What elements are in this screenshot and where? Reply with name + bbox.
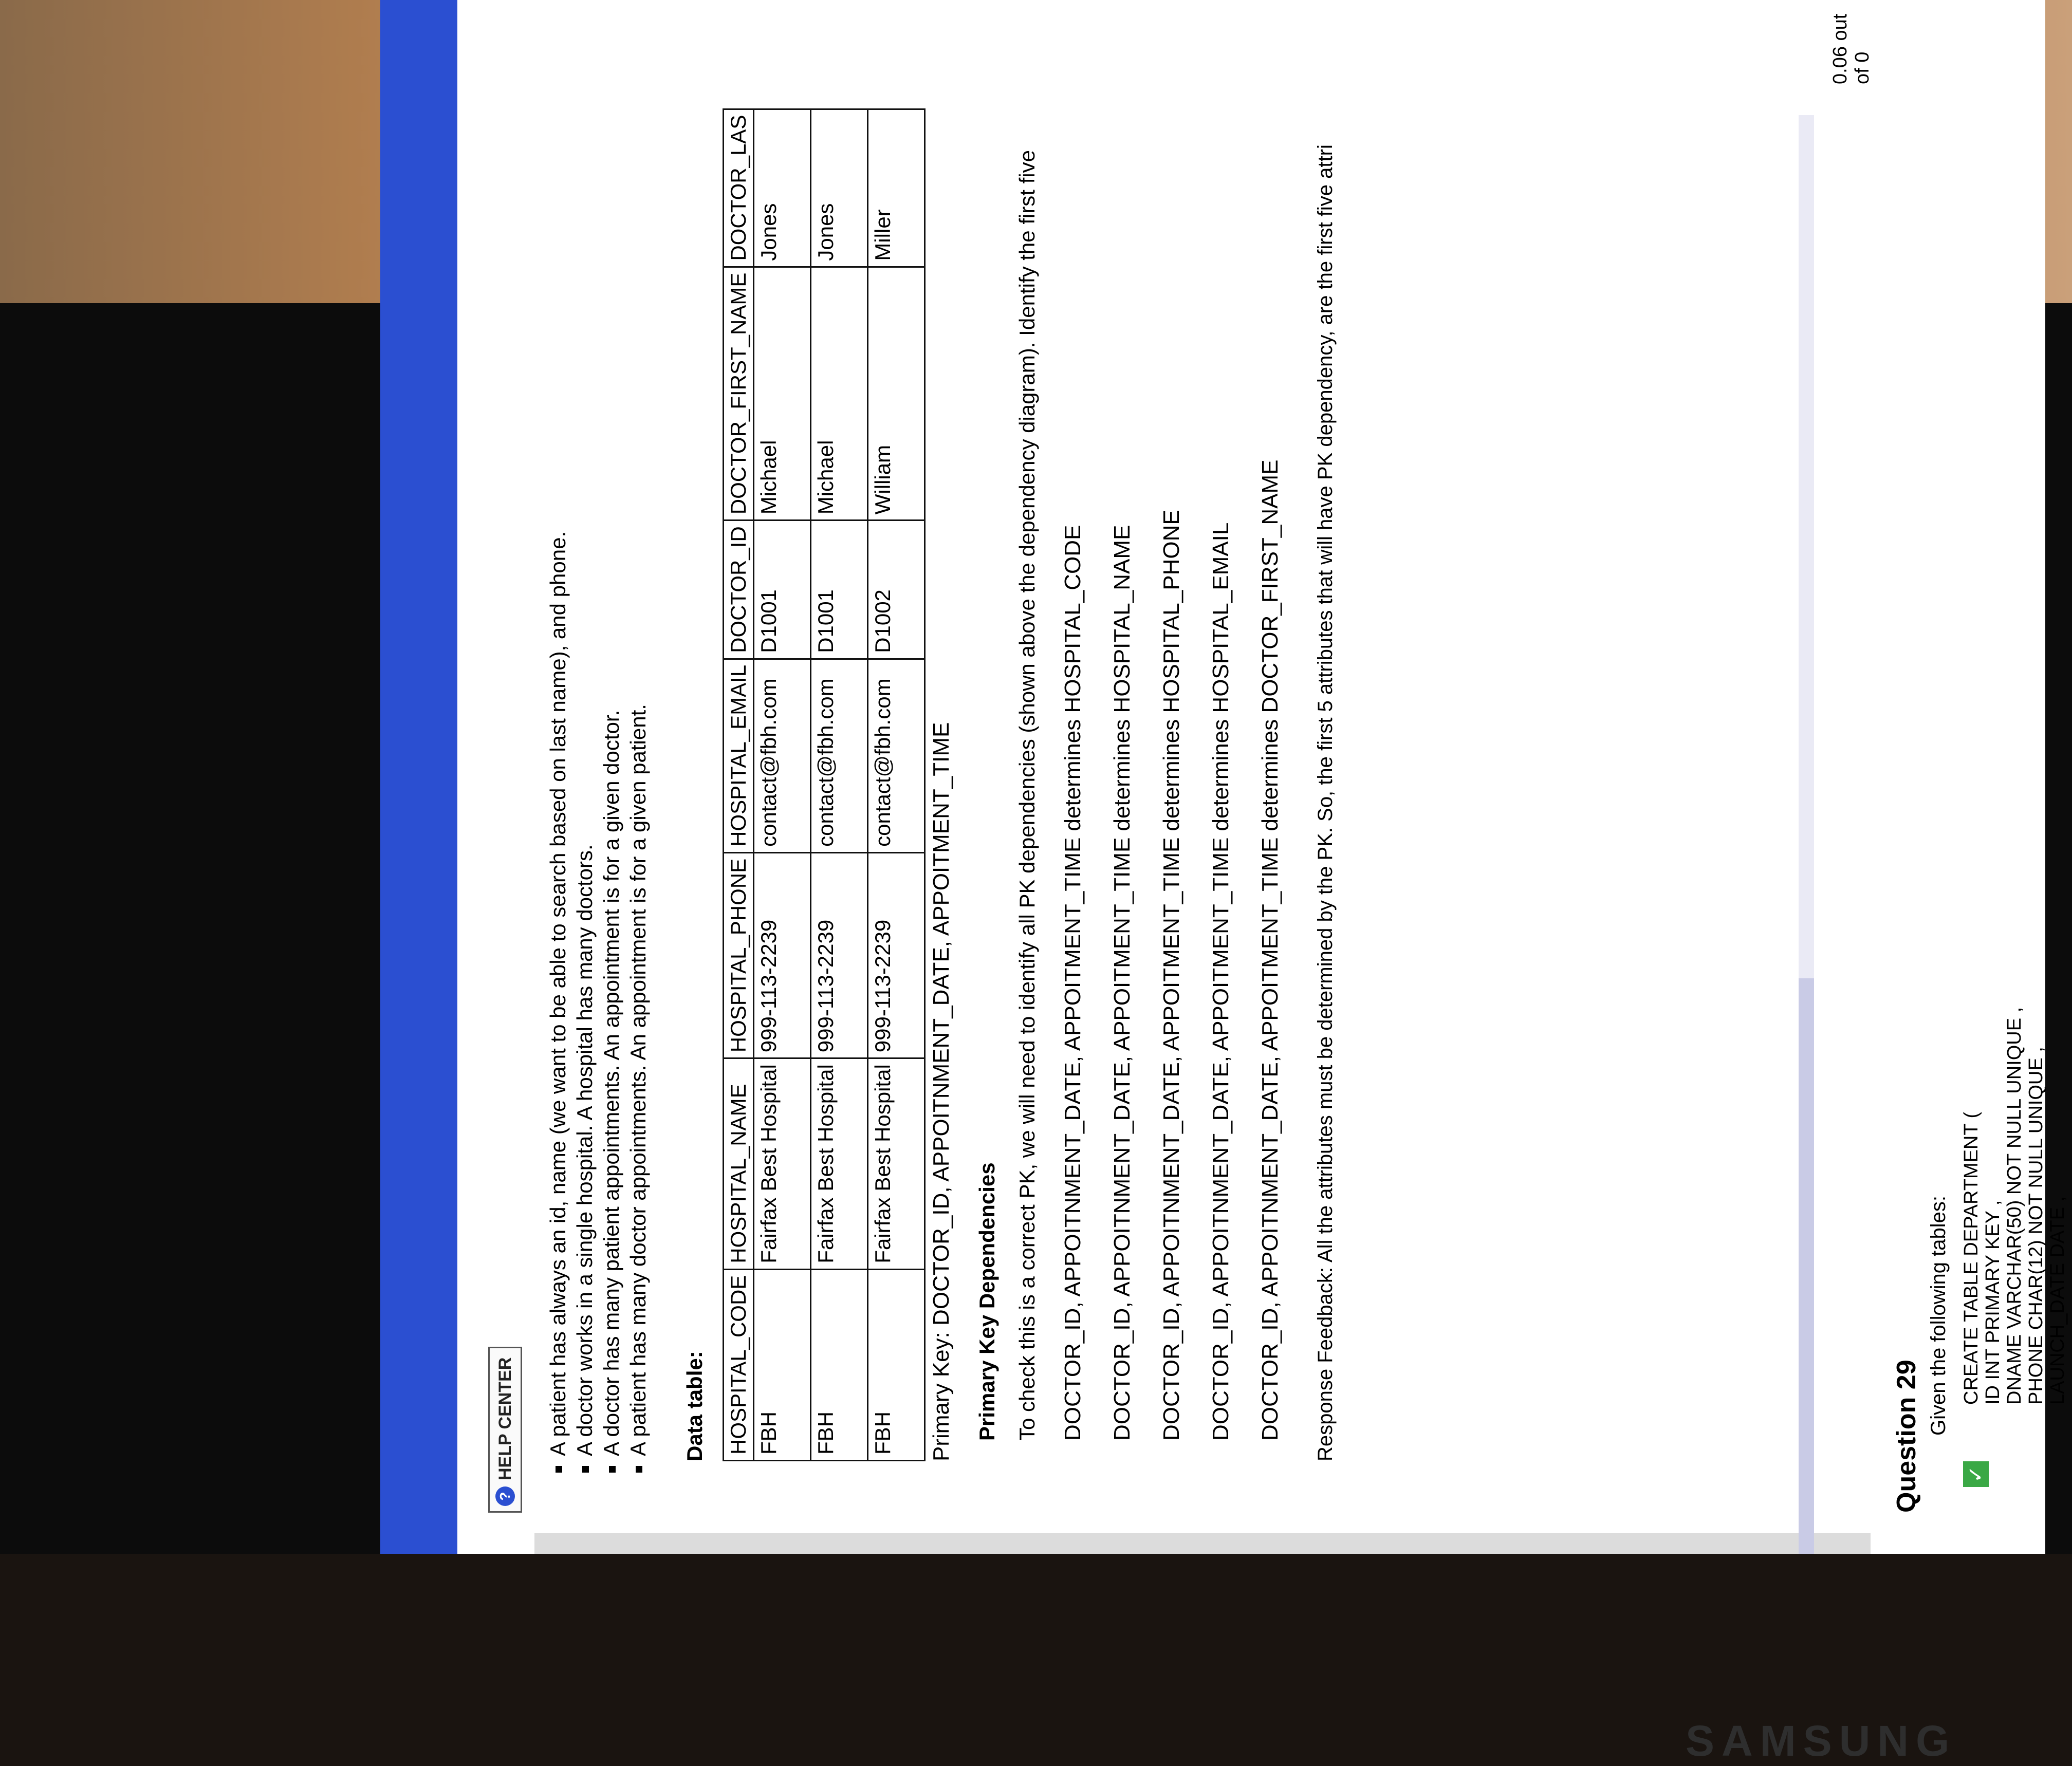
table-cell: contact@fbh.com [753,659,811,853]
table-row: FBH Fairfax Best Hospital 999-113-2239 c… [867,109,925,1461]
primary-key-line: Primary Key: DOCTOR_ID, APPOITNMENT_DATE… [929,722,954,1461]
dependency-item: DOCTOR_ID, APPOITNMENT_DATE, APPOITMENT_… [1257,459,1283,1441]
data-table-label: Data table: [682,1351,707,1461]
header-bar [380,0,457,1554]
dependency-item: DOCTOR_ID, APPOITNMENT_DATE, APPOITMENT_… [1159,510,1184,1441]
screen-page: ? HELP CENTER A patient has always an id… [380,0,2068,1554]
table-cell: 999-113-2239 [867,852,925,1058]
horizontal-scrollbar[interactable] [1799,115,1814,1554]
column-header: DOCTOR_ID [723,520,754,659]
scrollbar-thumb[interactable] [1799,978,1814,1554]
response-feedback: Response Feedback: All the attributes mu… [1314,144,1337,1461]
table-cell: Miller [867,109,925,267]
table-cell: Fairfax Best Hospital [810,1058,868,1270]
table-header-row: HOSPITAL_CODE HOSPITAL_NAME HOSPITAL_PHO… [723,109,754,1461]
dependency-item: DOCTOR_ID, APPOITNMENT_DATE, APPOITMENT_… [1109,525,1135,1441]
table-cell: D1001 [810,520,868,659]
column-header: HOSPITAL_CODE [723,1269,754,1461]
question-intro: Given the following tables: [1927,1196,1950,1436]
question-title: Question 29 [1892,1360,1921,1513]
dependency-item: DOCTOR_ID, APPOITNMENT_DATE, APPOITMENT_… [1208,522,1233,1441]
table-cell: Fairfax Best Hospital [753,1058,811,1270]
list-item: A doctor works in a single hospital. A h… [571,12,598,1456]
question-content: A patient has always an id, name (we wan… [545,12,1337,1482]
table-cell: Michael [753,267,811,520]
data-table: HOSPITAL_CODE HOSPITAL_NAME HOSPITAL_PHO… [723,108,926,1461]
monitor-brand-logo: SAMSUNG [1686,1717,1957,1765]
dependency-item: DOCTOR_ID, APPOITNMENT_DATE, APPOITMENT_… [1060,525,1085,1441]
question-body: Given the following tables: CREATE TABLE… [1927,1007,2068,1436]
table-cell: 999-113-2239 [753,852,811,1058]
column-header: HOSPITAL_NAME [723,1058,754,1270]
table-cell: 999-113-2239 [810,852,868,1058]
score-text: 0.06 out of 0 [1829,13,1873,84]
table-cell: D1002 [867,520,925,659]
table-cell: Jones [753,109,811,267]
pk-dependencies-intro: To check this is a correct PK, we will n… [1015,150,1039,1441]
table-cell: FBH [810,1269,868,1461]
correct-check-icon: ✓ [1963,1461,1989,1487]
column-header: HOSPITAL_EMAIL [723,659,754,853]
table-cell: contact@fbh.com [810,659,868,853]
left-rail [534,1533,1871,1554]
help-center-label: HELP CENTER [495,1357,515,1480]
table-cell: D1001 [753,520,811,659]
column-header: DOCTOR_LAS [723,109,754,267]
pk-dependencies-title: Primary Key Dependencies [975,1162,999,1441]
table-cell: Jones [810,109,868,267]
table-cell: William [867,267,925,520]
sql-code-block: CREATE TABLE DEPARTMENT ( ID INT PRIMARY… [1960,1007,2068,1405]
table-cell: contact@fbh.com [867,659,925,853]
help-center-button[interactable]: ? HELP CENTER [488,1346,522,1513]
list-item: A patient has always an id, name (we wan… [545,12,571,1456]
column-header: DOCTOR_FIRST_NAME [723,267,754,520]
list-item: A patient has many doctor appointments. … [625,12,652,1456]
table-cell: Fairfax Best Hospital [867,1058,925,1270]
table-row: FBH Fairfax Best Hospital 999-113-2239 c… [753,109,811,1461]
table-cell: FBH [867,1269,925,1461]
table-cell: FBH [753,1269,811,1461]
column-header: HOSPITAL_PHONE [723,852,754,1058]
list-item: A doctor has many patient appointments. … [598,12,625,1456]
table-row: FBH Fairfax Best Hospital 999-113-2239 c… [810,109,868,1461]
table-cell: Michael [810,267,868,520]
help-icon: ? [495,1486,515,1506]
requirements-list: A patient has always an id, name (we wan… [545,12,652,1482]
